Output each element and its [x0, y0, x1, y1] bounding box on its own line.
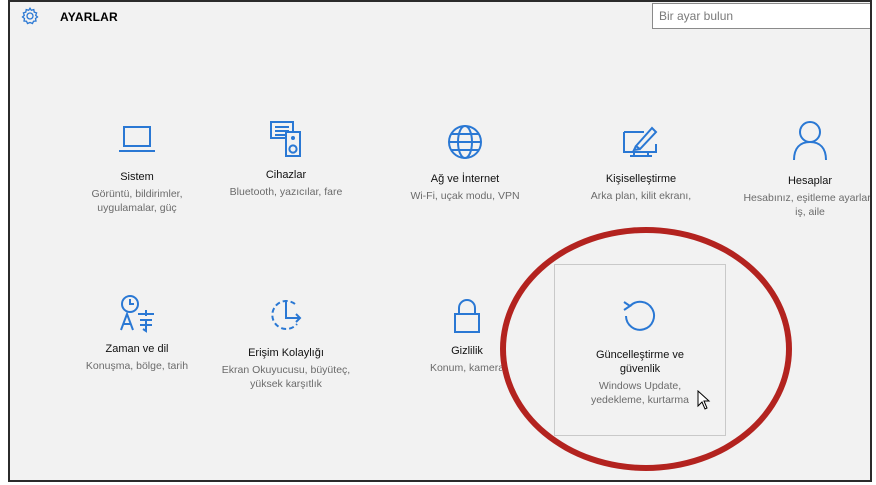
update-icon [623, 300, 655, 331]
tile-name: Hesaplar [787, 175, 833, 187]
tile-name: Erişim Kolaylığı [248, 347, 324, 359]
personalization-icon [623, 126, 658, 157]
laptop-icon [119, 126, 155, 152]
tile-name: Sistem [120, 171, 154, 183]
tile-name: Gizlilik [451, 345, 483, 357]
tile-name: Güncelleştirme ve güvenlik [595, 349, 685, 375]
tile-system[interactable]: Sistem Görüntü, bildirimler, uygulamalar… [62, 122, 212, 215]
tile-name: Kişiselleştirme [605, 173, 677, 185]
gear-icon [21, 6, 39, 25]
tile-desc: Konuşma, bölge, tarih [85, 360, 189, 372]
lock-icon [454, 299, 480, 333]
search-input[interactable] [659, 5, 859, 27]
tile-desc: Hesabınız, eşitleme ayarları, iş, aile [743, 192, 872, 218]
tile-desc: Konum, kamera [429, 362, 505, 374]
globe-icon [448, 125, 482, 159]
tile-desc: Görüntü, bildirimler, uygulamalar, güç [91, 188, 183, 214]
time-language-icon [120, 295, 154, 333]
tile-desc: Arka plan, kilit ekranı, renkler [590, 190, 692, 202]
tile-name: Ağ ve İnternet [430, 173, 500, 185]
tile-devices[interactable]: Cihazlar Bluetooth, yazıcılar, fare [211, 118, 361, 199]
page-title: AYARLAR [60, 10, 118, 24]
tile-network[interactable]: Ağ ve İnternet Wi-Fi, uçak modu, VPN [390, 122, 540, 203]
tile-desc: Windows Update, yedekleme, kurtarma [590, 380, 690, 406]
settings-window: AYARLAR Sistem Görüntü, bildirimler, uyg… [8, 0, 872, 482]
tile-desc: Ekran Okuyucusu, büyüteç, yüksek karşıtl… [221, 364, 351, 390]
tile-ease-of-access[interactable]: Erişim Kolaylığı Ekran Okuyucusu, büyüte… [211, 296, 361, 391]
tile-accounts[interactable]: Hesaplar Hesabınız, eşitleme ayarları, i… [742, 118, 872, 219]
tile-desc: Bluetooth, yazıcılar, fare [229, 186, 343, 198]
tile-update-security[interactable]: Güncelleştirme ve güvenlik Windows Updat… [565, 296, 715, 407]
tile-personalization[interactable]: Kişiselleştirme Arka plan, kilit ekranı,… [566, 122, 716, 203]
tile-name: Cihazlar [265, 169, 307, 181]
person-icon [793, 121, 827, 161]
mouse-cursor-icon [697, 390, 711, 410]
search-box[interactable] [652, 3, 870, 29]
tile-time-language[interactable]: Zaman ve dil Konuşma, bölge, tarih [62, 292, 212, 373]
title-bar: AYARLAR [10, 2, 870, 36]
ease-of-access-icon [271, 299, 302, 330]
tile-privacy[interactable]: Gizlilik Konum, kamera [392, 296, 542, 375]
tile-name: Zaman ve dil [105, 343, 169, 355]
devices-icon [270, 121, 301, 157]
tile-desc: Wi-Fi, uçak modu, VPN [410, 190, 520, 202]
